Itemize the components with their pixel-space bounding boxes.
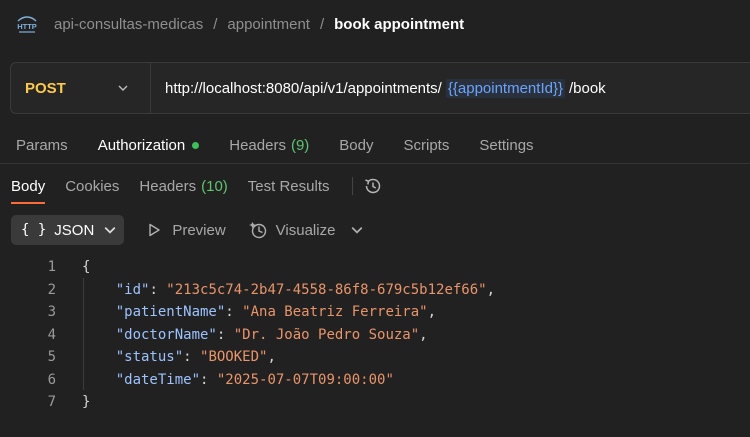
response-toolbar: { } JSON Preview Visualize [11, 215, 363, 245]
response-body-viewer[interactable]: 1 { 2 "id": "213c5c74-2b47-4558-86f8-679… [0, 256, 750, 414]
json-trail: , [427, 304, 437, 320]
line-number: 1 [47, 259, 56, 275]
preview-button[interactable]: Preview [146, 221, 226, 239]
tab-label: Settings [479, 137, 534, 154]
line-number: 5 [47, 349, 56, 365]
history-icon[interactable] [363, 176, 383, 196]
tab-settings[interactable]: Settings [479, 128, 533, 163]
preview-label: Preview [172, 221, 226, 239]
visualize-label: Visualize [275, 221, 336, 239]
tab-body[interactable]: Body [339, 128, 373, 163]
method-label: POST [25, 79, 66, 97]
url-variable[interactable]: {{appointmentId}} [445, 78, 565, 98]
method-select[interactable]: POST [11, 63, 151, 113]
json-key: "patientName" [115, 304, 226, 320]
close-brace: } [82, 394, 91, 410]
divider [351, 177, 353, 195]
format-select[interactable]: { } JSON [11, 215, 125, 245]
json-key: "doctorName" [115, 326, 217, 343]
url-suffix: /book [568, 79, 606, 97]
json-value: "2025-07-07T09:00:00" [216, 371, 394, 388]
tab-label: Scripts [403, 137, 450, 154]
json-trail: , [486, 281, 496, 298]
line-number: 3 [47, 304, 56, 320]
json-trail: , [419, 326, 428, 343]
code-line: 1 { [0, 256, 750, 279]
tab-label: Body [339, 137, 374, 154]
code-line: 7 } [0, 391, 750, 414]
tab-params[interactable]: Params [16, 128, 68, 163]
visualize-button[interactable]: Visualize [248, 220, 336, 240]
tab-label: Params [16, 137, 68, 154]
tab-label: Cookies [65, 177, 120, 195]
chevron-down-icon [118, 85, 128, 91]
line-number: 7 [47, 394, 56, 410]
visualize-icon [248, 222, 266, 239]
tab-count: (10) [201, 177, 228, 195]
tab-label: Headers [139, 177, 197, 195]
tab-count: (9) [290, 137, 310, 154]
code-line: 3 "patientName": "Ana Beatriz Ferreira", [0, 301, 750, 324]
format-label: JSON [54, 221, 95, 239]
url-input[interactable]: http://localhost:8080/api/v1/appointment… [151, 78, 606, 98]
json-trail: , [267, 349, 276, 365]
line-number: 2 [47, 281, 56, 298]
json-value: "213c5c74-2b47-4558-86f8-679c5b12ef66" [166, 281, 487, 298]
breadcrumb-folder[interactable]: appointment [227, 16, 310, 33]
chevron-down-icon[interactable] [351, 224, 363, 236]
open-brace: { [82, 259, 91, 275]
tab-label: Authorization [97, 137, 186, 154]
json-key: "id" [115, 281, 150, 298]
code-line: 2 "id": "213c5c74-2b47-4558-86f8-679c5b1… [0, 279, 750, 302]
tab-authorization[interactable]: Authorization [98, 128, 200, 163]
request-tabs: Params Authorization Headers (9) Body Scr… [0, 128, 750, 164]
response-tabs: Body Cookies Headers (10) Test Results [0, 168, 750, 204]
braces-icon: { } [21, 222, 47, 238]
response-tab-body[interactable]: Body [11, 168, 46, 204]
code-line: 4 "doctorName": "Dr. João Pedro Souza", [0, 324, 750, 347]
line-number: 4 [47, 326, 56, 343]
svg-text:HTTP: HTTP [17, 22, 37, 31]
json-key: "dateTime" [115, 371, 201, 388]
url-prefix: http://localhost:8080/api/v1/appointment… [165, 79, 442, 97]
http-icon: HTTP [16, 13, 38, 35]
code-line: 6 "dateTime": "2025-07-07T09:00:00" [0, 369, 750, 392]
tab-headers[interactable]: Headers (9) [229, 128, 309, 163]
status-dot [192, 142, 200, 149]
response-tab-test-results[interactable]: Test Results [248, 168, 330, 204]
breadcrumb: HTTP api-consultas-medicas / appointment… [0, 0, 750, 48]
request-bar: POST http://localhost:8080/api/v1/appoin… [10, 62, 750, 114]
breadcrumb-collection[interactable]: api-consultas-medicas [54, 16, 203, 33]
code-line: 5 "status": "BOOKED", [0, 346, 750, 369]
breadcrumb-separator: / [319, 15, 325, 33]
response-tab-headers[interactable]: Headers (10) [139, 168, 227, 204]
breadcrumb-separator: / [213, 15, 218, 33]
json-value: "Ana Beatriz Ferreira" [242, 304, 428, 320]
tab-label: Test Results [247, 177, 330, 195]
chevron-down-icon [104, 227, 116, 234]
request-name[interactable]: book appointment [334, 16, 464, 33]
json-value: "BOOKED" [200, 349, 268, 365]
response-tab-cookies[interactable]: Cookies [65, 168, 119, 204]
tab-label: Headers [229, 137, 286, 154]
json-key: "status" [115, 349, 184, 365]
tab-label: Body [11, 177, 46, 195]
line-number: 6 [47, 371, 56, 388]
play-icon [149, 223, 161, 237]
json-value: "Dr. João Pedro Souza" [233, 326, 420, 343]
tab-scripts[interactable]: Scripts [404, 128, 450, 163]
